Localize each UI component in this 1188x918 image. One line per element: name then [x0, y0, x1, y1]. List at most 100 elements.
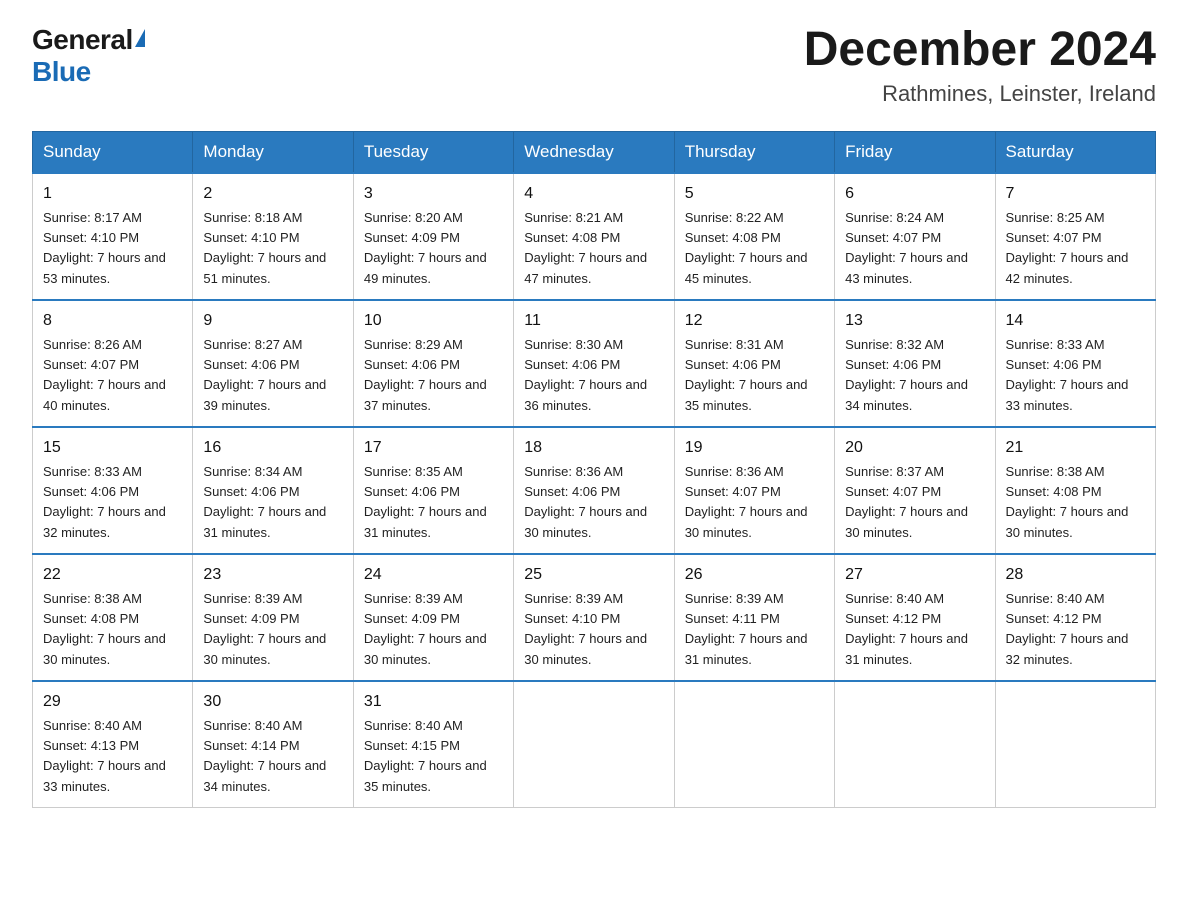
day-number: 20 [845, 436, 984, 460]
calendar-cell: 8 Sunrise: 8:26 AMSunset: 4:07 PMDayligh… [33, 300, 193, 427]
day-number: 23 [203, 563, 342, 587]
day-number: 18 [524, 436, 663, 460]
day-number: 9 [203, 309, 342, 333]
day-info: Sunrise: 8:37 AMSunset: 4:07 PMDaylight:… [845, 464, 968, 540]
day-number: 26 [685, 563, 824, 587]
month-title: December 2024 [804, 24, 1156, 77]
day-info: Sunrise: 8:29 AMSunset: 4:06 PMDaylight:… [364, 337, 487, 413]
day-info: Sunrise: 8:22 AMSunset: 4:08 PMDaylight:… [685, 210, 808, 286]
day-info: Sunrise: 8:38 AMSunset: 4:08 PMDaylight:… [43, 591, 166, 667]
calendar-header-saturday: Saturday [995, 131, 1155, 173]
calendar-header-row: SundayMondayTuesdayWednesdayThursdayFrid… [33, 131, 1156, 173]
calendar-cell: 9 Sunrise: 8:27 AMSunset: 4:06 PMDayligh… [193, 300, 353, 427]
day-info: Sunrise: 8:24 AMSunset: 4:07 PMDaylight:… [845, 210, 968, 286]
calendar-cell: 28 Sunrise: 8:40 AMSunset: 4:12 PMDaylig… [995, 554, 1155, 681]
day-info: Sunrise: 8:35 AMSunset: 4:06 PMDaylight:… [364, 464, 487, 540]
day-number: 17 [364, 436, 503, 460]
day-number: 24 [364, 563, 503, 587]
day-number: 1 [43, 182, 182, 206]
calendar-cell [995, 681, 1155, 808]
calendar-header-wednesday: Wednesday [514, 131, 674, 173]
calendar-week-row: 22 Sunrise: 8:38 AMSunset: 4:08 PMDaylig… [33, 554, 1156, 681]
day-info: Sunrise: 8:39 AMSunset: 4:11 PMDaylight:… [685, 591, 808, 667]
day-number: 4 [524, 182, 663, 206]
calendar-cell [514, 681, 674, 808]
day-number: 11 [524, 309, 663, 333]
day-number: 27 [845, 563, 984, 587]
day-number: 21 [1006, 436, 1145, 460]
calendar-cell: 3 Sunrise: 8:20 AMSunset: 4:09 PMDayligh… [353, 173, 513, 300]
day-number: 29 [43, 690, 182, 714]
day-info: Sunrise: 8:33 AMSunset: 4:06 PMDaylight:… [1006, 337, 1129, 413]
calendar-week-row: 8 Sunrise: 8:26 AMSunset: 4:07 PMDayligh… [33, 300, 1156, 427]
title-area: December 2024 Rathmines, Leinster, Irela… [804, 24, 1156, 107]
day-info: Sunrise: 8:25 AMSunset: 4:07 PMDaylight:… [1006, 210, 1129, 286]
calendar-cell [674, 681, 834, 808]
day-number: 19 [685, 436, 824, 460]
day-number: 13 [845, 309, 984, 333]
calendar-cell: 31 Sunrise: 8:40 AMSunset: 4:15 PMDaylig… [353, 681, 513, 808]
calendar-week-row: 29 Sunrise: 8:40 AMSunset: 4:13 PMDaylig… [33, 681, 1156, 808]
calendar-header-monday: Monday [193, 131, 353, 173]
day-info: Sunrise: 8:40 AMSunset: 4:15 PMDaylight:… [364, 718, 487, 794]
calendar-cell: 18 Sunrise: 8:36 AMSunset: 4:06 PMDaylig… [514, 427, 674, 554]
calendar-cell [835, 681, 995, 808]
calendar-cell: 11 Sunrise: 8:30 AMSunset: 4:06 PMDaylig… [514, 300, 674, 427]
day-number: 3 [364, 182, 503, 206]
calendar-cell: 14 Sunrise: 8:33 AMSunset: 4:06 PMDaylig… [995, 300, 1155, 427]
calendar-cell: 15 Sunrise: 8:33 AMSunset: 4:06 PMDaylig… [33, 427, 193, 554]
day-number: 22 [43, 563, 182, 587]
calendar-header-friday: Friday [835, 131, 995, 173]
calendar-table: SundayMondayTuesdayWednesdayThursdayFrid… [32, 131, 1156, 808]
calendar-header-tuesday: Tuesday [353, 131, 513, 173]
day-number: 2 [203, 182, 342, 206]
calendar-cell: 19 Sunrise: 8:36 AMSunset: 4:07 PMDaylig… [674, 427, 834, 554]
day-info: Sunrise: 8:31 AMSunset: 4:06 PMDaylight:… [685, 337, 808, 413]
day-info: Sunrise: 8:27 AMSunset: 4:06 PMDaylight:… [203, 337, 326, 413]
logo: General Blue [32, 24, 145, 88]
day-info: Sunrise: 8:30 AMSunset: 4:06 PMDaylight:… [524, 337, 647, 413]
calendar-cell: 20 Sunrise: 8:37 AMSunset: 4:07 PMDaylig… [835, 427, 995, 554]
logo-triangle-icon [135, 29, 145, 47]
calendar-week-row: 1 Sunrise: 8:17 AMSunset: 4:10 PMDayligh… [33, 173, 1156, 300]
day-info: Sunrise: 8:38 AMSunset: 4:08 PMDaylight:… [1006, 464, 1129, 540]
calendar-cell: 23 Sunrise: 8:39 AMSunset: 4:09 PMDaylig… [193, 554, 353, 681]
calendar-cell: 6 Sunrise: 8:24 AMSunset: 4:07 PMDayligh… [835, 173, 995, 300]
day-number: 31 [364, 690, 503, 714]
day-number: 16 [203, 436, 342, 460]
day-number: 15 [43, 436, 182, 460]
day-info: Sunrise: 8:39 AMSunset: 4:10 PMDaylight:… [524, 591, 647, 667]
page-header: General Blue December 2024 Rathmines, Le… [32, 24, 1156, 107]
calendar-cell: 30 Sunrise: 8:40 AMSunset: 4:14 PMDaylig… [193, 681, 353, 808]
day-number: 30 [203, 690, 342, 714]
calendar-cell: 24 Sunrise: 8:39 AMSunset: 4:09 PMDaylig… [353, 554, 513, 681]
calendar-cell: 22 Sunrise: 8:38 AMSunset: 4:08 PMDaylig… [33, 554, 193, 681]
calendar-cell: 7 Sunrise: 8:25 AMSunset: 4:07 PMDayligh… [995, 173, 1155, 300]
calendar-cell: 29 Sunrise: 8:40 AMSunset: 4:13 PMDaylig… [33, 681, 193, 808]
calendar-cell: 2 Sunrise: 8:18 AMSunset: 4:10 PMDayligh… [193, 173, 353, 300]
day-number: 6 [845, 182, 984, 206]
calendar-cell: 25 Sunrise: 8:39 AMSunset: 4:10 PMDaylig… [514, 554, 674, 681]
day-info: Sunrise: 8:21 AMSunset: 4:08 PMDaylight:… [524, 210, 647, 286]
calendar-cell: 13 Sunrise: 8:32 AMSunset: 4:06 PMDaylig… [835, 300, 995, 427]
day-info: Sunrise: 8:18 AMSunset: 4:10 PMDaylight:… [203, 210, 326, 286]
calendar-header-thursday: Thursday [674, 131, 834, 173]
location-subtitle: Rathmines, Leinster, Ireland [804, 81, 1156, 107]
day-info: Sunrise: 8:39 AMSunset: 4:09 PMDaylight:… [203, 591, 326, 667]
calendar-cell: 21 Sunrise: 8:38 AMSunset: 4:08 PMDaylig… [995, 427, 1155, 554]
day-number: 10 [364, 309, 503, 333]
day-info: Sunrise: 8:40 AMSunset: 4:12 PMDaylight:… [1006, 591, 1129, 667]
day-info: Sunrise: 8:20 AMSunset: 4:09 PMDaylight:… [364, 210, 487, 286]
calendar-cell: 26 Sunrise: 8:39 AMSunset: 4:11 PMDaylig… [674, 554, 834, 681]
day-number: 25 [524, 563, 663, 587]
day-info: Sunrise: 8:34 AMSunset: 4:06 PMDaylight:… [203, 464, 326, 540]
logo-blue-text: Blue [32, 56, 91, 88]
day-number: 7 [1006, 182, 1145, 206]
calendar-cell: 12 Sunrise: 8:31 AMSunset: 4:06 PMDaylig… [674, 300, 834, 427]
day-info: Sunrise: 8:33 AMSunset: 4:06 PMDaylight:… [43, 464, 166, 540]
calendar-cell: 27 Sunrise: 8:40 AMSunset: 4:12 PMDaylig… [835, 554, 995, 681]
calendar-header-sunday: Sunday [33, 131, 193, 173]
calendar-cell: 5 Sunrise: 8:22 AMSunset: 4:08 PMDayligh… [674, 173, 834, 300]
day-info: Sunrise: 8:36 AMSunset: 4:07 PMDaylight:… [685, 464, 808, 540]
day-info: Sunrise: 8:40 AMSunset: 4:12 PMDaylight:… [845, 591, 968, 667]
